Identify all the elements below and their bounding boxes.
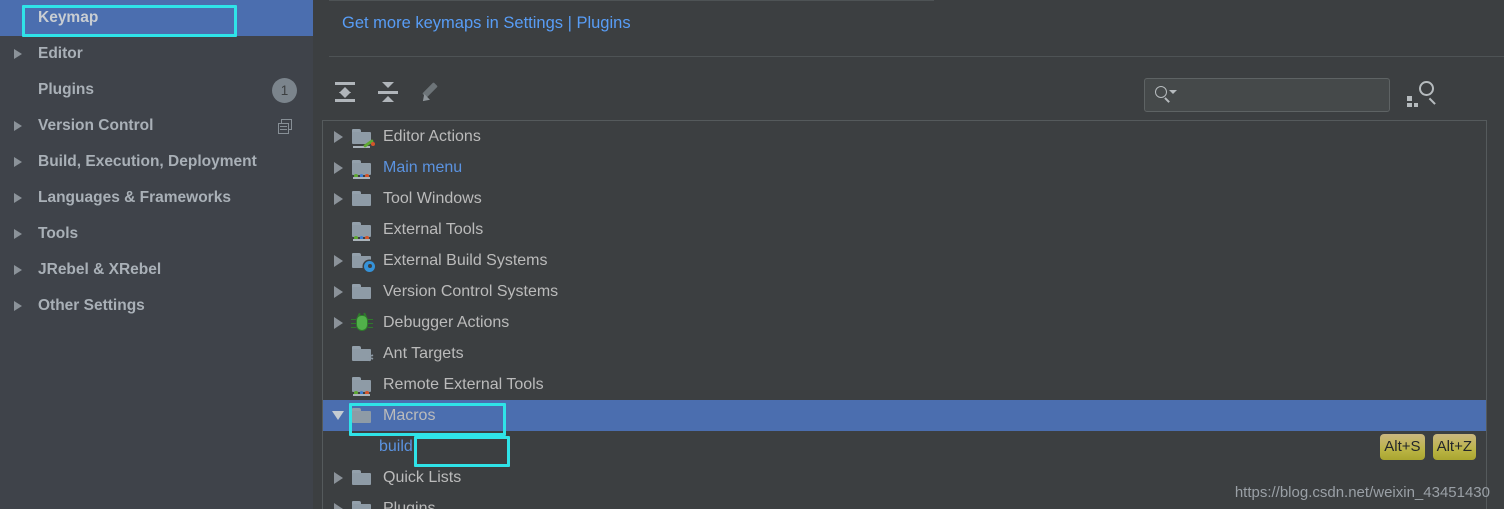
folder-menu-icon xyxy=(351,159,373,179)
sidebar-item-other-settings[interactable]: Other Settings xyxy=(0,288,313,324)
watermark-text: https://blog.csdn.net/weixin_43451430 xyxy=(1234,484,1490,501)
chevron-right-icon[interactable] xyxy=(14,265,30,275)
chevron-right-icon[interactable] xyxy=(14,121,30,131)
chevron-right-icon[interactable] xyxy=(325,192,351,205)
folder-icon xyxy=(351,469,373,487)
keymap-search-box[interactable] xyxy=(1144,78,1390,112)
chevron-right-icon[interactable] xyxy=(14,49,30,59)
chevron-right-icon[interactable] xyxy=(14,301,30,311)
sidebar-item-label: JRebel & XRebel xyxy=(38,261,162,278)
tree-row-label: Quick Lists xyxy=(383,468,462,486)
tree-row[interactable]: Editor Actions xyxy=(323,121,1486,152)
search-input[interactable] xyxy=(1177,87,1389,103)
folder-icon xyxy=(351,190,373,208)
chevron-right-icon[interactable] xyxy=(14,193,30,203)
tree-row-macros[interactable]: Macros xyxy=(323,400,1486,431)
folder-icon xyxy=(351,500,373,509)
header-divider xyxy=(329,56,1504,57)
tree-row-label: External Build Systems xyxy=(383,251,548,269)
bug-icon xyxy=(351,312,373,332)
settings-keymap-screen: Keymap Editor Plugins 1 Version Control … xyxy=(0,0,1504,509)
tree-row[interactable]: External Build Systems xyxy=(323,245,1486,276)
tree-row-label: Tool Windows xyxy=(383,189,482,207)
tree-row[interactable]: Main menu xyxy=(323,152,1486,183)
tree-row-label: Plugins xyxy=(383,499,436,509)
collapse-all-button[interactable] xyxy=(370,74,406,110)
tree-row[interactable]: Debugger Actions xyxy=(323,307,1486,338)
sidebar-item-jrebel-xrebel[interactable]: JRebel & XRebel xyxy=(0,252,313,288)
sidebar-item-label: Editor xyxy=(38,45,83,62)
copy-icon xyxy=(278,118,293,134)
keymap-actions-tree[interactable]: Editor Actions Main menu Tool Windows Ex… xyxy=(322,120,1487,509)
chevron-right-icon[interactable] xyxy=(325,254,351,267)
sidebar-item-label: Build, Execution, Deployment xyxy=(38,153,257,170)
expand-all-button[interactable] xyxy=(327,74,363,110)
chevron-right-icon[interactable] xyxy=(325,316,351,329)
sidebar-item-label: Other Settings xyxy=(38,297,145,314)
chevron-right-icon[interactable] xyxy=(325,161,351,174)
folder-tools-icon xyxy=(351,221,373,241)
tree-row[interactable]: Tool Windows xyxy=(323,183,1486,214)
sidebar-item-label: Languages & Frameworks xyxy=(38,189,231,206)
chevron-right-icon[interactable] xyxy=(14,229,30,239)
tree-row[interactable]: Remote External Tools xyxy=(323,369,1486,400)
get-more-keymaps-link[interactable]: Get more keymaps in Settings | Plugins xyxy=(342,14,631,33)
keymap-toolbar xyxy=(313,64,1504,120)
tree-row-label: build xyxy=(379,437,413,455)
tree-row-label: Debugger Actions xyxy=(383,313,510,331)
shortcut-chip-group: Alt+S Alt+Z xyxy=(1380,433,1476,460)
tree-row-label: Main menu xyxy=(383,158,463,176)
sidebar-item-version-control[interactable]: Version Control xyxy=(0,108,313,144)
tree-row[interactable]: Version Control Systems xyxy=(323,276,1486,307)
chevron-right-icon[interactable] xyxy=(14,157,30,167)
sidebar-item-plugins[interactable]: Plugins 1 xyxy=(0,72,313,108)
find-actions-by-shortcut-icon[interactable] xyxy=(1406,79,1436,109)
expand-all-icon xyxy=(334,81,356,103)
search-icon xyxy=(1155,86,1177,104)
tree-row-label: Version Control Systems xyxy=(383,282,559,300)
tree-row-label: Ant Targets xyxy=(383,344,464,362)
tree-row[interactable]: External Tools xyxy=(323,214,1486,245)
top-divider xyxy=(329,0,934,1)
tree-row-label: Macros xyxy=(383,406,436,424)
chevron-right-icon[interactable] xyxy=(325,471,351,484)
pencil-icon xyxy=(420,81,442,104)
sidebar-item-keymap[interactable]: Keymap xyxy=(0,0,313,36)
edit-shortcut-button[interactable] xyxy=(413,74,449,110)
tree-row-label: External Tools xyxy=(383,220,484,238)
sidebar-item-editor[interactable]: Editor xyxy=(0,36,313,72)
keymap-content-pane: Get more keymaps in Settings | Plugins E… xyxy=(313,0,1504,509)
collapse-all-icon xyxy=(377,81,399,103)
sidebar-item-label: Keymap xyxy=(38,9,99,26)
folder-gear-icon xyxy=(351,252,375,272)
folder-edit-icon xyxy=(351,128,375,148)
sidebar-item-tools[interactable]: Tools xyxy=(0,216,313,252)
tree-row[interactable]: ✻ Ant Targets xyxy=(323,338,1486,369)
folder-tools-icon xyxy=(351,376,373,396)
sidebar-item-build-execution-deployment[interactable]: Build, Execution, Deployment xyxy=(0,144,313,180)
sidebar-item-label: Plugins xyxy=(38,81,94,98)
settings-category-sidebar: Keymap Editor Plugins 1 Version Control … xyxy=(0,0,313,509)
chevron-right-icon[interactable] xyxy=(325,502,351,509)
folder-ant-icon: ✻ xyxy=(351,345,374,363)
tree-row-label: Editor Actions xyxy=(383,127,481,145)
plugins-update-badge: 1 xyxy=(272,77,297,103)
sidebar-item-label: Tools xyxy=(38,225,79,242)
chevron-right-icon[interactable] xyxy=(325,130,351,143)
chevron-down-icon[interactable] xyxy=(325,411,351,420)
tree-row-label: Remote External Tools xyxy=(383,375,544,393)
folder-icon xyxy=(351,283,373,301)
shortcut-chip: Alt+S xyxy=(1380,433,1425,460)
chevron-right-icon[interactable] xyxy=(325,285,351,298)
tree-row-build-macro[interactable]: build Alt+S Alt+Z xyxy=(323,431,1486,462)
sidebar-item-label: Version Control xyxy=(38,117,154,134)
sidebar-item-languages-frameworks[interactable]: Languages & Frameworks xyxy=(0,180,313,216)
shortcut-chip: Alt+Z xyxy=(1432,433,1476,460)
folder-icon xyxy=(351,407,373,425)
